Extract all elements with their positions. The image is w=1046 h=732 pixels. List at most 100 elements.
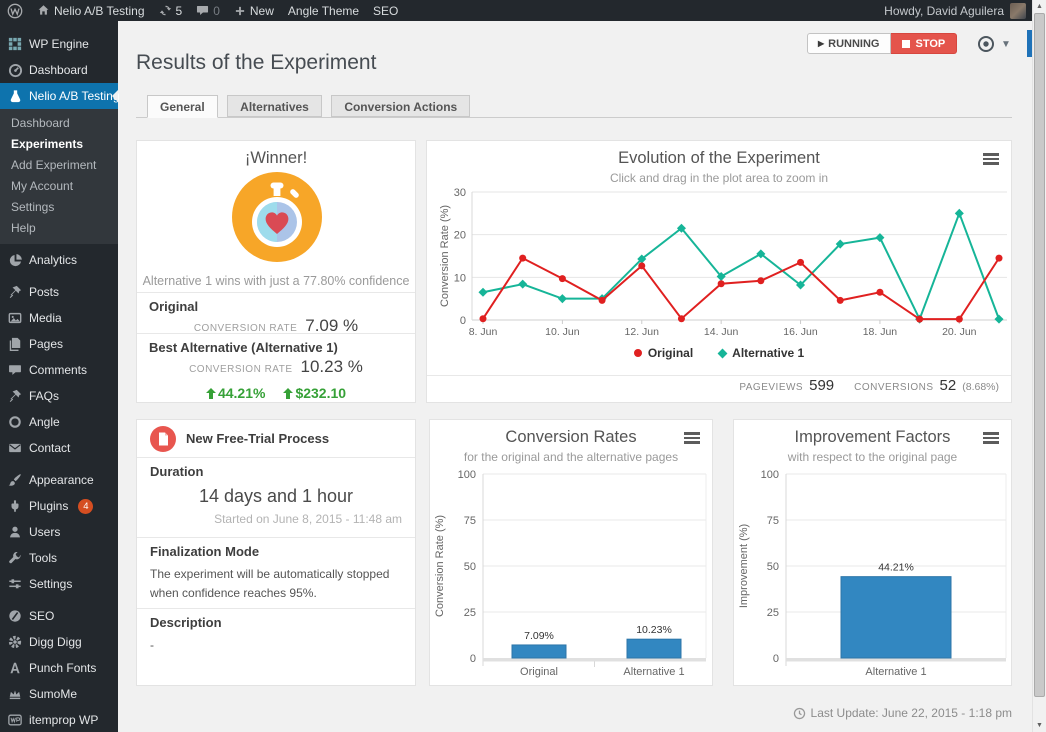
sidebar-item-settings[interactable]: Settings [0,571,118,597]
evolution-line-chart: 01020308. Jun10. Jun12. Jun14. Jun16. Ju… [428,182,1012,344]
conversion-rate-value: (8.68%) [962,381,999,393]
running-button[interactable]: ▶RUNNING [807,33,891,54]
submenu-my-account[interactable]: My Account [0,176,118,197]
status-menu-button[interactable]: ▼ [977,35,1011,53]
experiment-card: New Free-Trial Process Duration 14 days … [136,419,416,686]
tab-conversion-actions[interactable]: Conversion Actions [331,95,470,117]
svg-text:20: 20 [454,230,466,242]
tab-alternatives[interactable]: Alternatives [227,95,322,117]
comments-count: 0 [213,4,220,18]
site-menu[interactable]: Nelio A/B Testing [30,0,152,21]
scroll-up-icon[interactable]: ▲ [1033,3,1046,10]
crown-icon [7,687,23,701]
sidebar-item-nelio-ab-testing[interactable]: Nelio A/B Testing [0,83,118,109]
pushpin-icon [7,285,23,299]
submenu-experiments[interactable]: Experiments [0,134,118,155]
tab-general[interactable]: General [147,95,218,118]
theme-menu[interactable]: Angle Theme [281,0,366,21]
sidebar-item-dashboard[interactable]: Dashboard [0,57,118,83]
updates-menu[interactable]: 5 [152,0,190,21]
original-marker-icon [634,349,642,357]
sidebar-item-tools[interactable]: Tools [0,545,118,571]
divider [427,375,1011,376]
sidebar-item-angle[interactable]: Angle [0,409,118,435]
pageviews-value: 599 [809,377,834,394]
seo-icon [7,609,23,623]
faqs-icon [7,389,23,403]
sidebar-item-sumome[interactable]: SumoMe [0,681,118,707]
stop-button[interactable]: STOP [891,33,958,54]
conversions-value: 52 [940,377,957,394]
comments-menu[interactable]: 0 [189,0,227,21]
experiment-name: New Free-Trial Process [186,431,329,446]
sidebar-item-comments[interactable]: Comments [0,357,118,383]
sidebar-item-wp-engine[interactable]: WP Engine [0,31,118,57]
sidebar-item-media[interactable]: Media [0,305,118,331]
svg-text:75: 75 [464,515,476,527]
best-conversion-rate: 10.23 % [301,357,363,377]
sidebar-item-posts[interactable]: Posts [0,279,118,305]
svg-text:100: 100 [458,469,476,481]
seo-menu[interactable]: SEO [366,0,405,21]
sidebar-item-pages[interactable]: Pages [0,331,118,357]
nelio-submenu: Dashboard Experiments Add Experiment My … [0,109,118,244]
submenu-help[interactable]: Help [0,218,118,239]
circle-icon [7,415,23,429]
svg-text:8. Jun: 8. Jun [469,326,498,338]
svg-text:14. Jun: 14. Jun [704,326,739,338]
svg-text:Conversion Rate (%): Conversion Rate (%) [439,205,451,307]
howdy-label[interactable]: Howdy, David Aguilera [884,4,1004,18]
improvement-factors-card: Improvement Factors with respect to the … [733,419,1012,686]
chart-menu-icon[interactable] [983,432,999,446]
user-icon [7,525,23,539]
svg-text:7.09%: 7.09% [524,630,554,642]
earnings-value: $232.10 [283,385,346,401]
sidebar-item-plugins[interactable]: Plugins4 [0,493,118,519]
sidebar-item-digg-digg[interactable]: Digg Digg [0,629,118,655]
sidebar-item-faqs[interactable]: FAQs [0,383,118,409]
best-alternative-label: Best Alternative (Alternative 1) [149,340,403,355]
chart-menu-icon[interactable] [983,153,999,167]
svg-text:10.23%: 10.23% [636,624,672,636]
original-label: Original [149,299,403,314]
sidebar-item-punch-fonts[interactable]: Punch Fonts [0,655,118,681]
sidebar-item-analytics[interactable]: Analytics [0,247,118,273]
sliders-icon [7,577,23,591]
svg-text:20. Jun: 20. Jun [942,326,977,338]
sidebar-item-appearance[interactable]: Appearance [0,467,118,493]
document-icon [150,426,176,452]
pageviews-label: PAGEVIEWS [739,382,803,393]
sidebar-item-users[interactable]: Users [0,519,118,545]
admin-bar: Nelio A/B Testing 5 0 New Angle Theme SE… [0,0,1032,21]
new-menu[interactable]: New [227,0,281,21]
scrollbar-thumb[interactable] [1034,13,1045,697]
improvement-value: 44.21% [206,385,265,401]
duration-label: Duration [150,464,402,479]
chart-menu-icon[interactable] [684,432,700,446]
submenu-dashboard[interactable]: Dashboard [0,113,118,134]
scroll-down-icon[interactable]: ▼ [1033,722,1046,729]
sidebar-item-contact[interactable]: Contact [0,435,118,461]
sidebar-item-seo[interactable]: SEO [0,603,118,629]
play-icon: ▶ [818,39,824,48]
svg-text:10. Jun: 10. Jun [545,326,580,338]
page-title: Results of the Experiment [136,51,376,75]
site-name: Nelio A/B Testing [54,4,145,18]
duration-value: 14 days and 1 hour [150,486,402,507]
submenu-add-experiment[interactable]: Add Experiment [0,155,118,176]
legend-original[interactable]: Original [634,346,693,360]
avatar[interactable] [1010,3,1026,19]
submenu-settings[interactable]: Settings [0,197,118,218]
experiment-status-buttons: ▶RUNNING STOP [807,33,957,54]
legend-alternative-1[interactable]: Alternative 1 [719,346,804,360]
pages-icon [7,337,23,351]
svg-text:16. Jun: 16. Jun [783,326,818,338]
improvement-factors-subtitle: with respect to the original page [734,450,1011,464]
dashboard-icon [7,63,23,78]
finalization-text: The experiment will be automatically sto… [150,565,402,602]
svg-text:44.21%: 44.21% [878,562,914,574]
scrollbar[interactable]: ▲ ▼ [1032,0,1046,732]
comments-icon [7,363,23,377]
sidebar-item-itemprop-wp[interactable]: itemprop WP [0,707,118,732]
wordpress-logo-icon[interactable] [0,0,30,21]
